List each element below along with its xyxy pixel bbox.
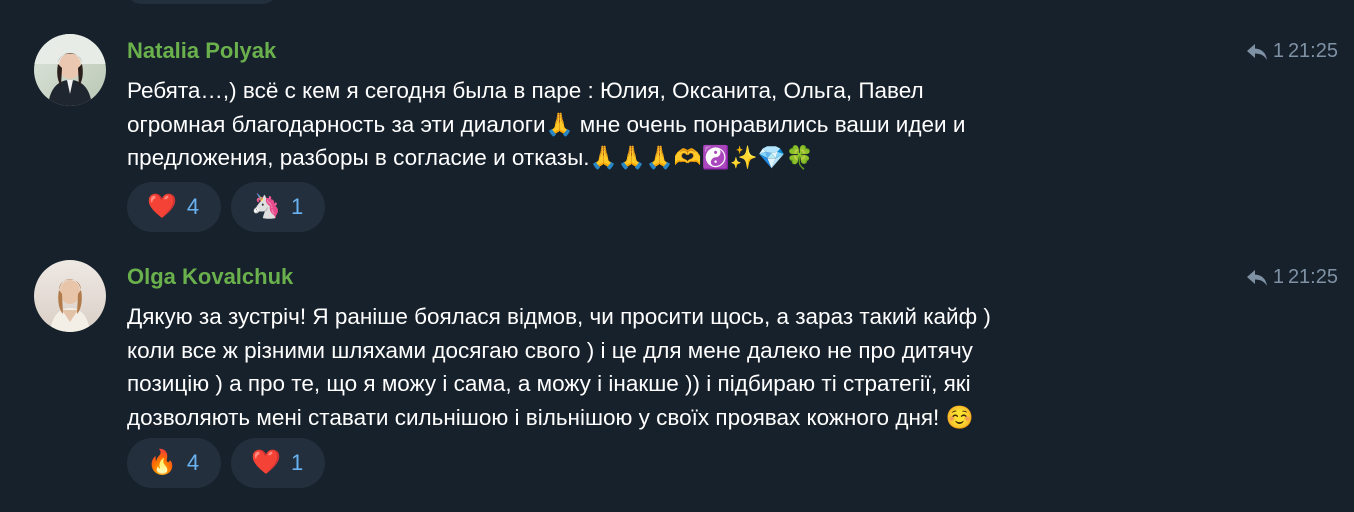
- reactions-bar: 🔥 4 ❤️ 1: [127, 438, 326, 488]
- reply-count[interactable]: 1: [1273, 40, 1284, 63]
- previous-message-reactions: [127, 0, 277, 4]
- message-time: 21:25: [1287, 266, 1338, 288]
- message-line: Ребята…,) всё с кем я сегодня была в пар…: [127, 78, 924, 103]
- author-name[interactable]: Natalia Polyak: [127, 38, 276, 64]
- reaction-button[interactable]: ❤️ 4: [127, 182, 222, 232]
- message-text: Ребята…,) всё с кем я сегодня была в пар…: [127, 74, 1227, 175]
- heart-icon: ❤️: [251, 449, 282, 476]
- reply-icon[interactable]: [1245, 42, 1269, 62]
- message-text: Дякую за зустріч! Я раніше боялася відмо…: [127, 300, 1227, 434]
- avatar[interactable]: [34, 260, 106, 332]
- reaction-count: 1: [291, 450, 304, 475]
- reactions-bar: ❤️ 4 🦄 1: [127, 182, 326, 232]
- message-line: предложения, разборы в согласие и отказы…: [127, 145, 814, 170]
- message-line: коли все ж різними шляхами досягаю свого…: [127, 337, 973, 363]
- fire-icon: 🔥: [147, 449, 177, 476]
- author-name[interactable]: Olga Kovalchuk: [127, 264, 293, 290]
- reaction-button[interactable]: 🔥 4: [127, 438, 222, 488]
- message-line: дозволяють мені ставати сильнішою і віль…: [127, 404, 974, 430]
- unicorn-icon: 🦄: [251, 193, 282, 220]
- reaction-count: 1: [291, 194, 304, 219]
- reply-count[interactable]: 1: [1273, 266, 1284, 289]
- reaction-count: 4: [186, 194, 200, 219]
- chat-page: Natalia Polyak 1 21:25 Ребята…,) всё с к…: [0, 0, 1354, 512]
- message-line: Дякую за зустріч! Я раніше боялася відмо…: [127, 304, 991, 329]
- message-meta: 1 21:25: [1245, 40, 1338, 63]
- avatar[interactable]: [34, 34, 106, 106]
- heart-icon: ❤️: [147, 193, 177, 220]
- message-meta: 1 21:25: [1245, 266, 1338, 289]
- message-time: 21:25: [1287, 40, 1338, 62]
- reaction-button[interactable]: 🦄 1: [231, 182, 326, 232]
- message-line: огромная благодарность за эти диалоги🙏 м…: [127, 111, 966, 137]
- reaction-count: 4: [186, 450, 200, 475]
- reply-icon[interactable]: [1245, 268, 1269, 288]
- message-line: позицію ) а про те, що я можу і сама, а …: [127, 371, 971, 396]
- reaction-button[interactable]: ❤️ 1: [231, 438, 326, 488]
